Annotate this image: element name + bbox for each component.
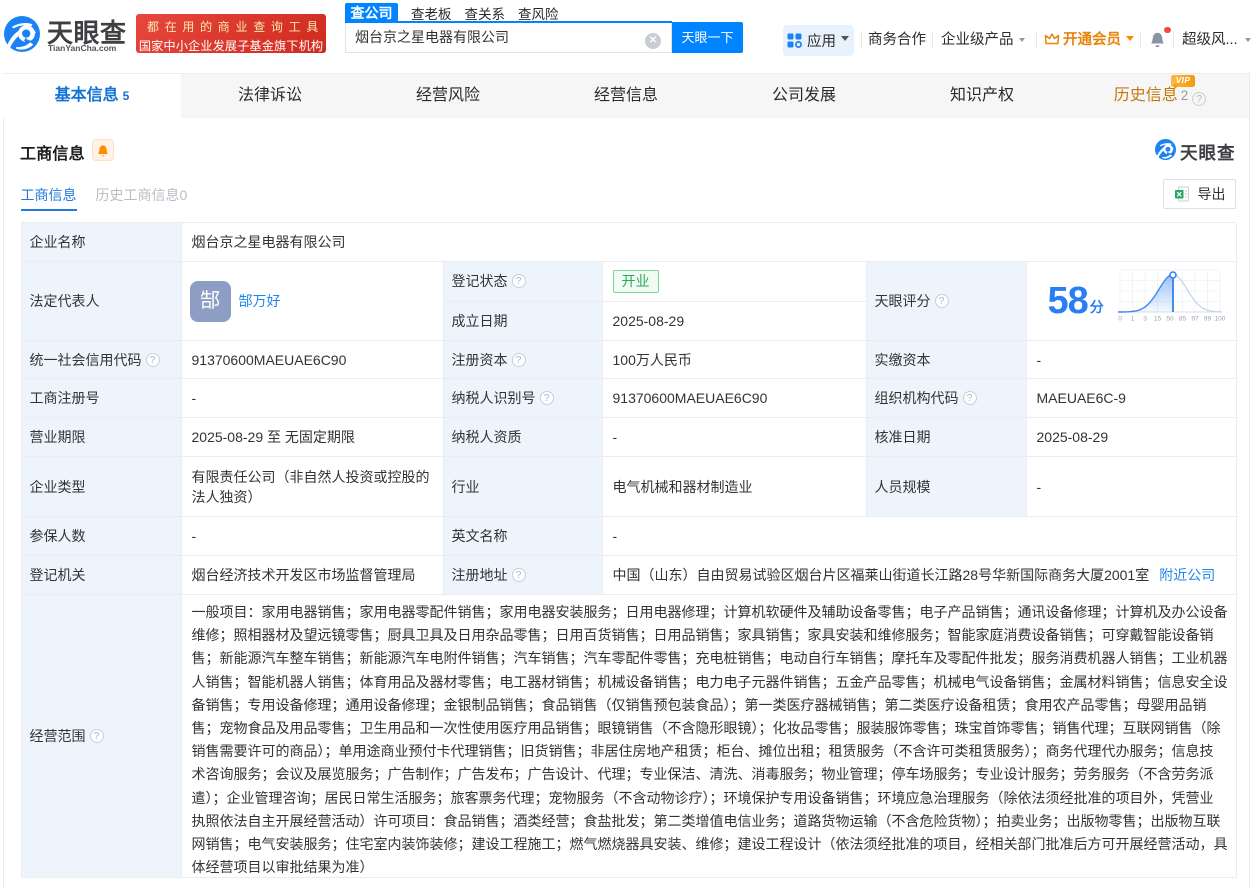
svg-text:3: 3 xyxy=(1143,316,1147,323)
svg-text:50: 50 xyxy=(1166,316,1174,323)
svg-text:1: 1 xyxy=(1130,316,1134,323)
svg-text:15: 15 xyxy=(1153,316,1161,323)
svg-text:100: 100 xyxy=(1214,316,1225,323)
svg-text:97: 97 xyxy=(1191,316,1199,323)
svg-text:85: 85 xyxy=(1178,316,1186,323)
svg-text:0: 0 xyxy=(1118,316,1122,323)
svg-text:99: 99 xyxy=(1203,316,1211,323)
